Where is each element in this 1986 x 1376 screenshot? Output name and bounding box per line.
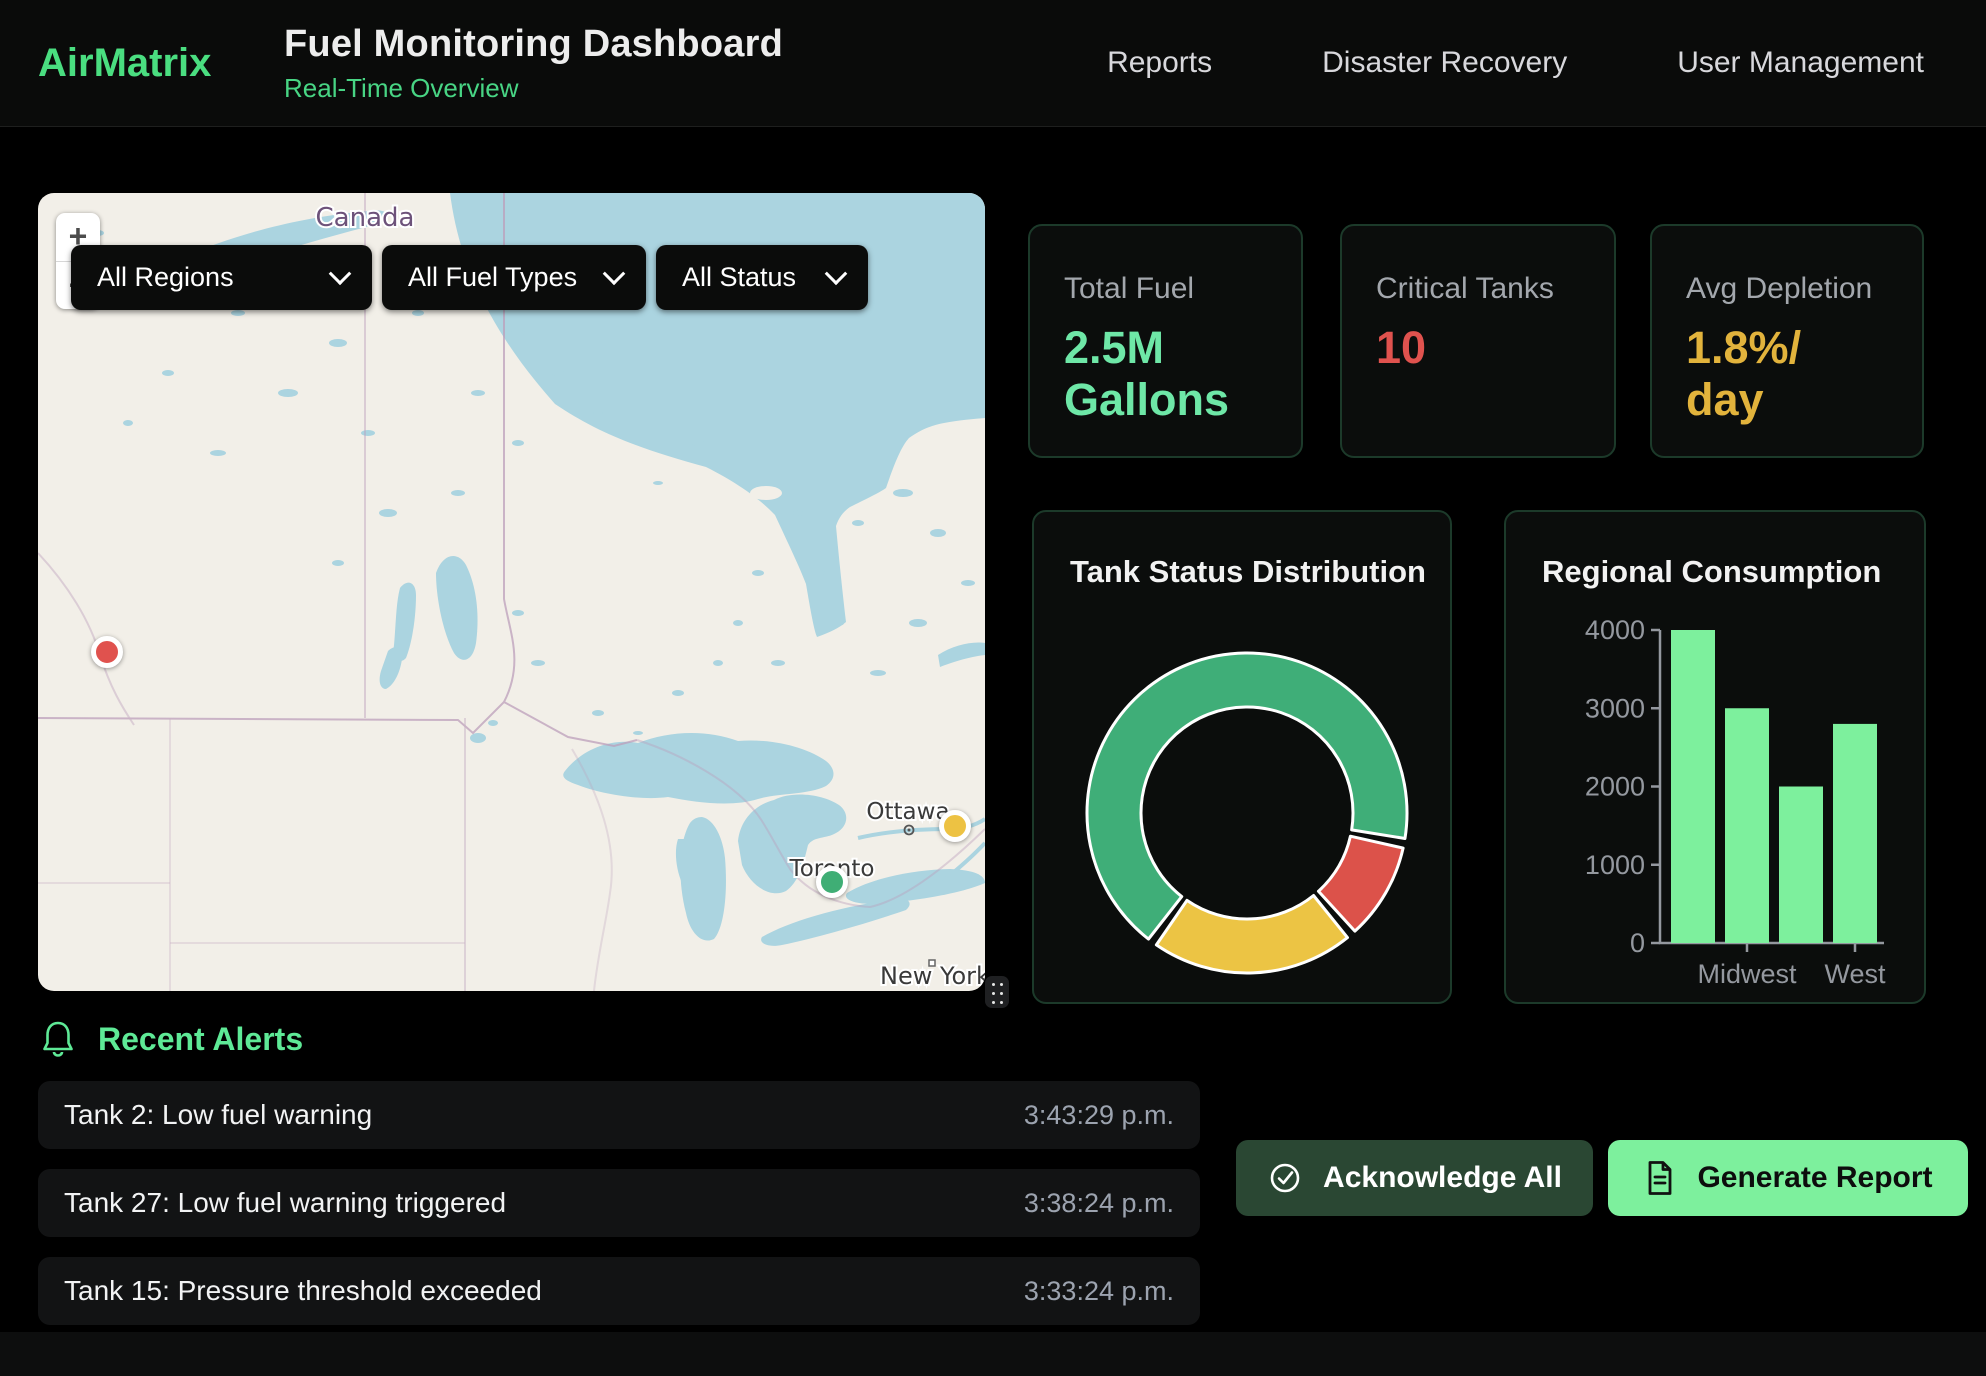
alert-message: Tank 2: Low fuel warning <box>64 1099 372 1131</box>
alert-row[interactable]: Tank 2: Low fuel warning 3:43:29 p.m. <box>38 1081 1200 1149</box>
regional-consumption-bar-chart: 0 1000 2000 3000 4000 Midwest West <box>1506 512 1928 1006</box>
map-filter-bar: All Regions All Fuel Types All Status <box>71 245 868 310</box>
alert-timestamp: 3:43:29 p.m. <box>1024 1100 1174 1131</box>
alert-message: Tank 27: Low fuel warning triggered <box>64 1187 506 1219</box>
bell-icon <box>40 1018 76 1060</box>
fuel-type-filter-dropdown[interactable]: All Fuel Types <box>382 245 646 310</box>
acknowledge-all-label: Acknowledge All <box>1323 1161 1562 1195</box>
nav-reports[interactable]: Reports <box>1107 46 1212 80</box>
chevron-down-icon <box>825 262 848 285</box>
chevron-down-icon <box>603 262 626 285</box>
stat-label: Total Fuel <box>1064 272 1301 306</box>
tank-marker-warning[interactable] <box>939 810 971 842</box>
fuel-map[interactable]: Canada Ottawa Toronto New York + − All R… <box>38 193 985 991</box>
map-label-ottawa: Ottawa <box>866 799 949 825</box>
y-axis-tick-label: 3000 <box>1585 693 1645 723</box>
status-filter-dropdown[interactable]: All Status <box>656 245 868 310</box>
map-label-country: Canada <box>316 203 415 233</box>
map-resize-handle[interactable] <box>985 976 1009 1008</box>
brand-logo: AirMatrix <box>38 41 284 86</box>
map-island <box>750 486 782 500</box>
generate-report-button[interactable]: Generate Report <box>1608 1140 1968 1216</box>
tank-status-card: Tank Status Distribution <box>1032 510 1452 1004</box>
tank-status-donut-chart <box>1034 512 1454 1006</box>
map-label-new-york: New York <box>880 962 985 990</box>
bar-region-3 <box>1779 787 1823 944</box>
bar-west <box>1833 724 1877 943</box>
status-filter-value: All Status <box>682 262 796 293</box>
tank-marker-normal[interactable] <box>816 866 848 898</box>
fuel-type-filter-value: All Fuel Types <box>408 262 577 293</box>
stat-card-critical-tanks: Critical Tanks 10 <box>1340 224 1616 458</box>
stat-label: Avg Depletion <box>1686 272 1922 306</box>
bar-midwest <box>1725 708 1769 943</box>
bottom-strip <box>0 1332 1986 1376</box>
x-axis-tick-label: West <box>1824 959 1886 989</box>
alert-timestamp: 3:33:24 p.m. <box>1024 1276 1174 1307</box>
alerts-title: Recent Alerts <box>98 1021 303 1058</box>
nav-disaster-recovery[interactable]: Disaster Recovery <box>1322 46 1567 80</box>
top-bar: AirMatrix Fuel Monitoring Dashboard Real… <box>0 0 1986 127</box>
stat-label: Critical Tanks <box>1376 272 1614 306</box>
nav-user-management[interactable]: User Management <box>1677 46 1924 80</box>
alert-timestamp: 3:38:24 p.m. <box>1024 1188 1174 1219</box>
alert-row[interactable]: Tank 15: Pressure threshold exceeded 3:3… <box>38 1257 1200 1325</box>
bar-region-1 <box>1671 630 1715 943</box>
stat-value: 10 <box>1376 322 1614 374</box>
page-title: Fuel Monitoring Dashboard <box>284 23 783 66</box>
y-axis-tick-label: 0 <box>1630 928 1645 958</box>
report-document-icon <box>1643 1159 1677 1197</box>
regional-consumption-card: Regional Consumption 01000200030004000Mi… <box>1504 510 1926 1004</box>
x-axis-tick-label: Midwest <box>1697 959 1797 989</box>
acknowledge-all-button[interactable]: Acknowledge All <box>1236 1140 1593 1216</box>
chevron-down-icon <box>329 262 352 285</box>
page-subtitle: Real-Time Overview <box>284 73 783 104</box>
y-axis-tick-label: 4000 <box>1585 615 1645 645</box>
generate-report-label: Generate Report <box>1697 1161 1932 1195</box>
main-nav: Reports Disaster Recovery User Managemen… <box>1107 46 1986 80</box>
region-filter-dropdown[interactable]: All Regions <box>71 245 372 310</box>
stat-card-total-fuel: Total Fuel 2.5MGallons <box>1028 224 1303 458</box>
alert-message: Tank 15: Pressure threshold exceeded <box>64 1275 542 1307</box>
alerts-header: Recent Alerts <box>40 1018 303 1060</box>
y-axis-tick-label: 2000 <box>1585 772 1645 802</box>
y-axis-tick-label: 1000 <box>1585 850 1645 880</box>
donut-segment-warning <box>1156 895 1347 973</box>
stat-value: 1.8%/day <box>1686 322 1922 426</box>
alert-row[interactable]: Tank 27: Low fuel warning triggered 3:38… <box>38 1169 1200 1237</box>
title-block: Fuel Monitoring Dashboard Real-Time Over… <box>284 23 783 104</box>
tank-marker-critical[interactable] <box>91 636 123 668</box>
stat-value: 2.5MGallons <box>1064 322 1301 426</box>
stat-card-avg-depletion: Avg Depletion 1.8%/day <box>1650 224 1924 458</box>
region-filter-value: All Regions <box>97 262 234 293</box>
check-circle-icon <box>1267 1160 1303 1196</box>
